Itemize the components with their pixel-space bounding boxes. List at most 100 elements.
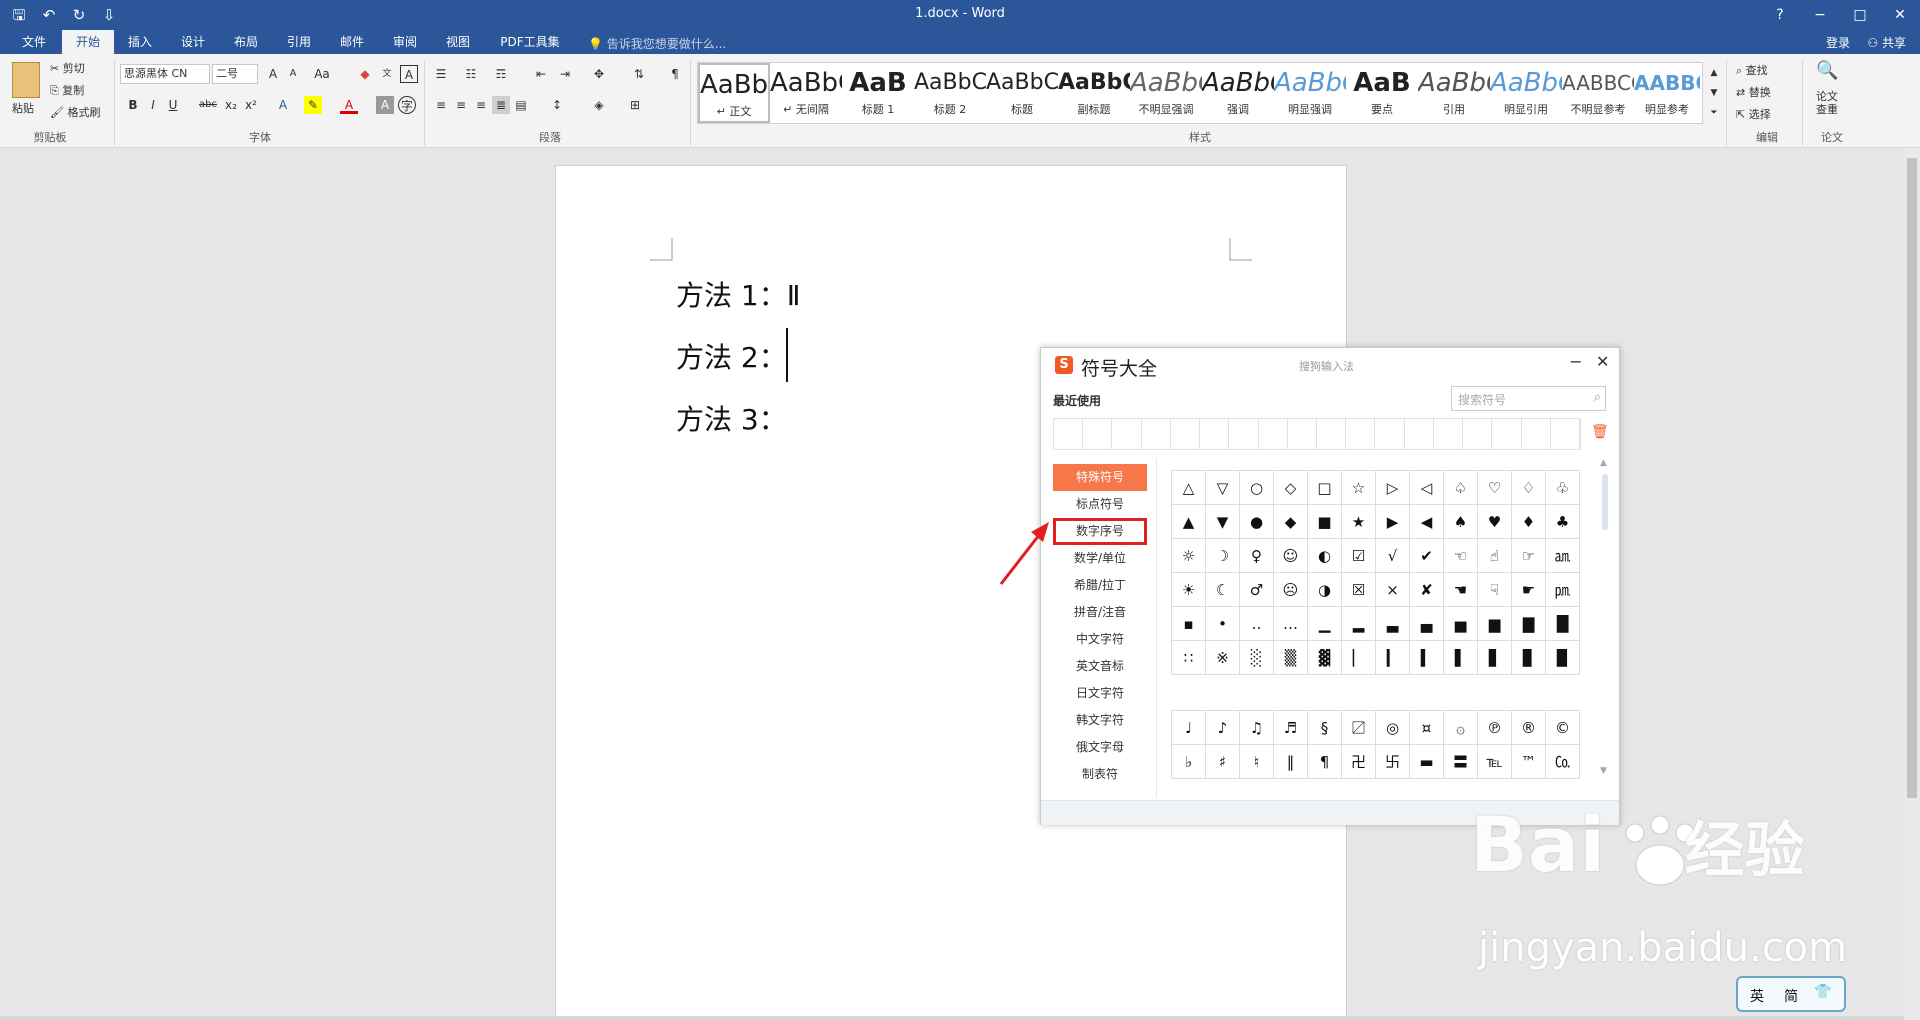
symbol-cell[interactable]: ♪ [1205,710,1240,745]
symbol-cell[interactable]: ▆ [1477,606,1512,641]
recent-slot[interactable] [1083,419,1113,449]
symbol-cell[interactable]: ▓ [1307,640,1342,675]
symbol-cell[interactable]: ▉ [1545,640,1580,675]
symbol-cell[interactable]: ¤ [1409,710,1444,745]
show-marks-icon[interactable]: ¶ [666,65,684,83]
symbol-cell[interactable]: ■ [1307,504,1342,539]
symbol-cell[interactable]: ☒ [1341,572,1376,607]
font-color-icon[interactable]: A [340,96,358,114]
shrink-font-icon[interactable]: A [284,65,302,83]
style-quote[interactable]: AaBbCcI 引用 [1418,63,1490,123]
category-special-symbols[interactable]: 特殊符号 [1053,464,1147,491]
symbol-cell[interactable]: ♡ [1477,470,1512,505]
symbol-cell[interactable]: ★ [1341,504,1376,539]
symbol-cell[interactable]: ▲ [1171,504,1206,539]
share-button[interactable]: ⚇ 共享 [1867,34,1906,51]
recent-slot[interactable] [1551,419,1580,449]
category-greek-latin[interactable]: 希腊/拉丁 [1053,572,1147,599]
char-shading-icon[interactable]: A [376,96,394,114]
symbol-cell[interactable]: ☺ [1273,538,1308,573]
scrollbar-thumb[interactable] [1907,158,1917,798]
symbol-cell[interactable]: § [1307,710,1342,745]
symbol-cell[interactable]: ☑ [1341,538,1376,573]
recent-slot[interactable] [1375,419,1405,449]
symbol-cell[interactable]: 〼 [1341,710,1376,745]
symbol-cell[interactable]: 卐 [1375,744,1410,779]
styles-scroll-up-icon[interactable]: ▲ [1705,64,1723,82]
copy-button[interactable]: ⎘ 复制 [50,82,84,98]
style-strong[interactable]: AaB 要点 [1346,63,1418,123]
recent-slot[interactable] [1054,419,1084,449]
style-intense-quote[interactable]: AaBbCcI 明显引用 [1490,63,1562,123]
strikethrough-button[interactable]: abc [196,96,220,114]
symbol-cell[interactable]: ▋ [1477,640,1512,675]
dialog-scrollbar-thumb[interactable] [1602,474,1608,530]
symbol-cell[interactable]: 〓 [1443,744,1478,779]
symbol-cell[interactable]: ♥ [1477,504,1512,539]
symbol-cell[interactable]: ○ [1239,470,1274,505]
recent-slot[interactable] [1112,419,1142,449]
align-center-icon[interactable]: ≡ [452,96,470,114]
bold-button[interactable]: B [124,96,142,114]
symbol-cell[interactable]: ◇ [1273,470,1308,505]
symbol-cell[interactable]: ㏂ [1545,538,1580,573]
style-title[interactable]: AaBbC(标题 [986,63,1058,123]
recent-slot[interactable] [1229,419,1259,449]
style-no-spacing[interactable]: AaBbCcI ↵ 无间隔 [770,63,842,123]
recent-slot[interactable] [1317,419,1347,449]
dialog-scrollbar[interactable]: ▲ ▼ [1600,458,1610,778]
tab-home[interactable]: 开始 [62,30,114,54]
change-case-button[interactable]: Aa [310,65,334,83]
symbol-cell[interactable]: ‥ [1239,606,1274,641]
category-russian[interactable]: 俄文字母 [1053,734,1147,761]
style-heading-2[interactable]: AaBbC(标题 2 [914,63,986,123]
phonetic-guide-icon[interactable]: 文 [378,65,396,83]
symbol-cell[interactable]: ▶ [1375,504,1410,539]
symbol-cell[interactable]: ♧ [1545,470,1580,505]
asian-layout-icon[interactable]: ✥ [590,65,608,83]
symbol-cell[interactable]: ▍ [1409,640,1444,675]
symbol-cell[interactable]: ▪ [1171,606,1206,641]
tab-layout[interactable]: 布局 [226,30,266,54]
select-button[interactable]: ⇱ 选择 [1736,106,1771,122]
symbol-cell[interactable]: … [1273,606,1308,641]
category-box-drawing[interactable]: 制表符 [1053,761,1147,788]
ime-skin-icon[interactable]: 👕 [1814,984,1831,1000]
subscript-button[interactable]: x₂ [222,96,240,114]
tab-insert[interactable]: 插入 [120,30,160,54]
cut-button[interactable]: ✂ 剪切 [50,60,85,76]
char-border-icon[interactable]: A [400,65,418,83]
symbol-cell[interactable]: ♀ [1239,538,1274,573]
symbol-cell[interactable]: ☽ [1205,538,1240,573]
ribbon-display-options-button[interactable]: ? [1760,0,1800,30]
symbol-cell[interactable]: □ [1307,470,1342,505]
symbol-cell[interactable]: ☞ [1511,538,1546,573]
tab-design[interactable]: 设计 [173,30,213,54]
font-size-combo[interactable]: 二号 [212,64,258,84]
tab-references[interactable]: 引用 [279,30,319,54]
symbol-cell[interactable]: ☛ [1511,572,1546,607]
symbol-cell[interactable]: ♭ [1171,744,1206,779]
highlight-icon[interactable]: ✎ [304,96,322,114]
symbol-cell[interactable]: ▏ [1341,640,1376,675]
symbol-cell[interactable]: ☆ [1341,470,1376,505]
style-normal[interactable]: AaBbCcI ↵ 正文 [698,63,770,123]
symbol-cell[interactable]: ♯ [1205,744,1240,779]
style-subtle-emphasis[interactable]: AaBbCcI 不明显强调 [1130,63,1202,123]
symbol-cell[interactable]: ▌ [1443,640,1478,675]
minimize-button[interactable]: − [1800,0,1840,30]
tab-view[interactable]: 视图 [438,30,478,54]
symbol-cell[interactable]: ▂ [1341,606,1376,641]
symbol-cell[interactable]: ‖ [1273,744,1308,779]
recent-slot[interactable] [1288,419,1317,449]
symbol-cell[interactable]: ∷ [1171,640,1206,675]
category-korean[interactable]: 韩文字符 [1053,707,1147,734]
symbol-cell[interactable]: ▎ [1375,640,1410,675]
recent-slot[interactable] [1200,419,1230,449]
symbol-cell[interactable]: ☾ [1205,572,1240,607]
document-line-1[interactable]: 方法 1：Ⅱ [676,274,801,314]
symbol-cell[interactable]: ♠ [1443,504,1478,539]
symbol-cell[interactable]: ☝ [1477,538,1512,573]
replace-button[interactable]: ⇄ 替换 [1736,84,1771,100]
document-line-2[interactable]: 方法 2： [676,336,787,376]
